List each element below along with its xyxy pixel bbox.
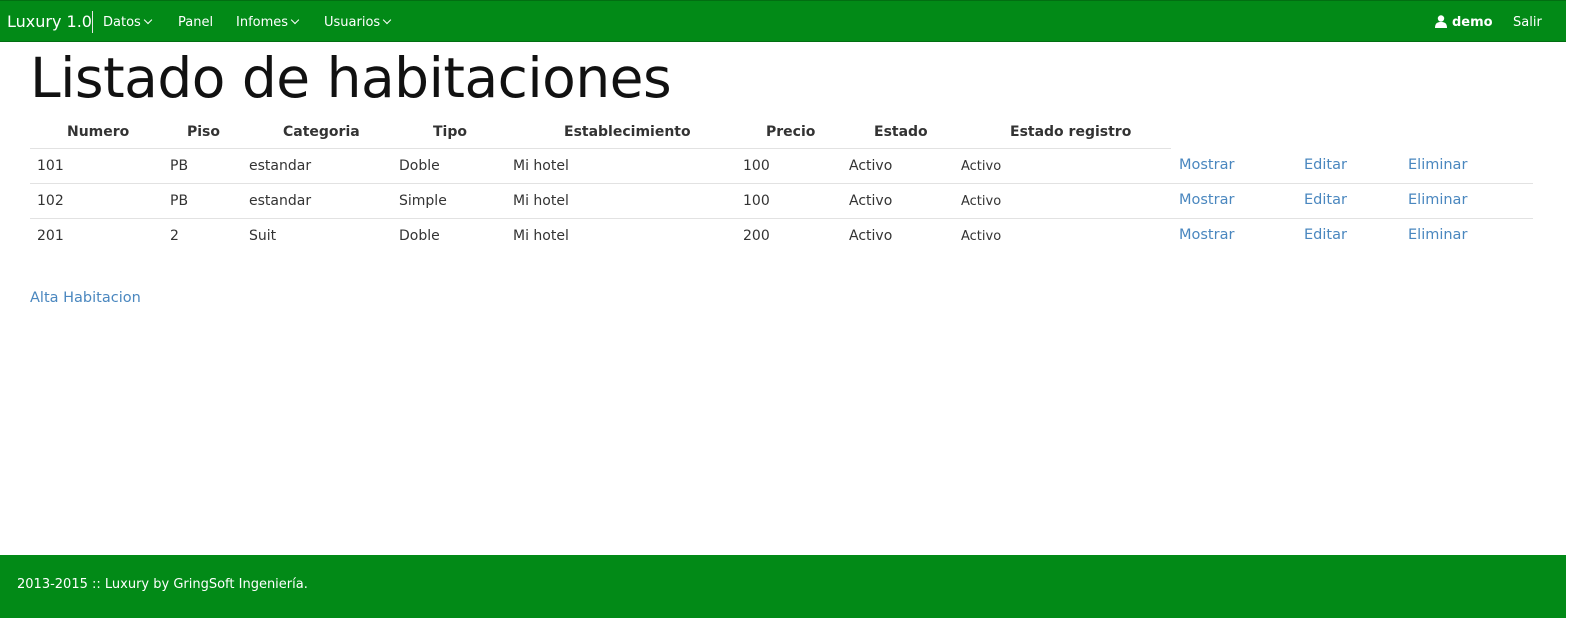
cell-tipo: Simple: [399, 193, 447, 209]
column-header-piso: Piso: [187, 124, 221, 140]
cell-estado-registro: Activo: [961, 159, 1002, 174]
menu-infomes-label: Infomes: [236, 15, 289, 30]
cell-precio: 100: [743, 158, 770, 174]
chevron-down-icon: [382, 15, 392, 25]
brand-divider: [92, 11, 93, 33]
cell-estado: Activo: [849, 158, 893, 174]
delete-link[interactable]: Eliminar: [1408, 157, 1467, 173]
top-navbar: Luxury 1.0 Datos Panel Infomes Usuarios …: [0, 0, 1566, 42]
column-header-categoria: Categoria: [283, 124, 360, 140]
cell-piso: PB: [170, 193, 189, 209]
page-title: Listado de habitaciones: [30, 46, 672, 110]
cell-establecimiento: Mi hotel: [513, 228, 569, 244]
delete-link[interactable]: Eliminar: [1408, 192, 1467, 208]
cell-piso: 2: [170, 228, 179, 244]
cell-piso: PB: [170, 158, 189, 174]
logout-link[interactable]: Salir: [1513, 15, 1542, 30]
edit-link[interactable]: Editar: [1304, 157, 1347, 173]
cell-establecimiento: Mi hotel: [513, 158, 569, 174]
cell-precio: 200: [743, 228, 770, 244]
cell-precio: 100: [743, 193, 770, 209]
cell-numero: 101: [37, 158, 64, 174]
cell-estado: Activo: [849, 228, 893, 244]
cell-estado: Activo: [849, 193, 893, 209]
edit-link[interactable]: Editar: [1304, 192, 1347, 208]
column-header-tipo: Tipo: [433, 124, 467, 140]
column-header-establecimiento: Establecimiento: [564, 124, 691, 140]
table-header-divider: [30, 148, 1171, 149]
cell-tipo: Doble: [399, 158, 440, 174]
user-icon: [1435, 15, 1447, 28]
show-link[interactable]: Mostrar: [1179, 192, 1234, 208]
edit-link[interactable]: Editar: [1304, 227, 1347, 243]
column-header-numero: Numero: [67, 124, 130, 140]
footer-copyright: 2013-2015 :: Luxury by GringSoft Ingenie…: [17, 577, 308, 592]
cell-categoria: Suit: [249, 228, 277, 244]
menu-usuarios-label: Usuarios: [324, 15, 381, 30]
menu-panel-label: Panel: [178, 15, 214, 30]
cell-tipo: Doble: [399, 228, 440, 244]
cell-numero: 201: [37, 228, 64, 244]
cell-numero: 102: [37, 193, 64, 209]
cell-estado-registro: Activo: [961, 229, 1002, 244]
menu-usuarios[interactable]: Usuarios: [324, 15, 392, 30]
cell-categoria: estandar: [249, 193, 312, 209]
brand-logo[interactable]: Luxury 1.0: [7, 12, 92, 31]
show-link[interactable]: Mostrar: [1179, 227, 1234, 243]
show-link[interactable]: Mostrar: [1179, 157, 1234, 173]
user-menu[interactable]: demo: [1435, 15, 1493, 30]
delete-link[interactable]: Eliminar: [1408, 227, 1467, 243]
column-header-precio: Precio: [766, 124, 816, 140]
menu-infomes[interactable]: Infomes: [236, 15, 300, 30]
chevron-down-icon: [143, 15, 153, 25]
add-room-link[interactable]: Alta Habitacion: [30, 290, 141, 306]
menu-datos[interactable]: Datos: [103, 15, 153, 30]
column-header-estado-registro: Estado registro: [1010, 124, 1132, 140]
cell-establecimiento: Mi hotel: [513, 193, 569, 209]
column-header-estado: Estado: [874, 124, 928, 140]
user-name: demo: [1452, 15, 1493, 30]
cell-categoria: estandar: [249, 158, 312, 174]
cell-estado-registro: Activo: [961, 194, 1002, 209]
menu-panel[interactable]: Panel: [178, 15, 213, 30]
row-divider: [30, 183, 1533, 184]
row-divider: [30, 218, 1533, 219]
menu-datos-label: Datos: [103, 15, 141, 30]
chevron-down-icon: [290, 15, 300, 25]
